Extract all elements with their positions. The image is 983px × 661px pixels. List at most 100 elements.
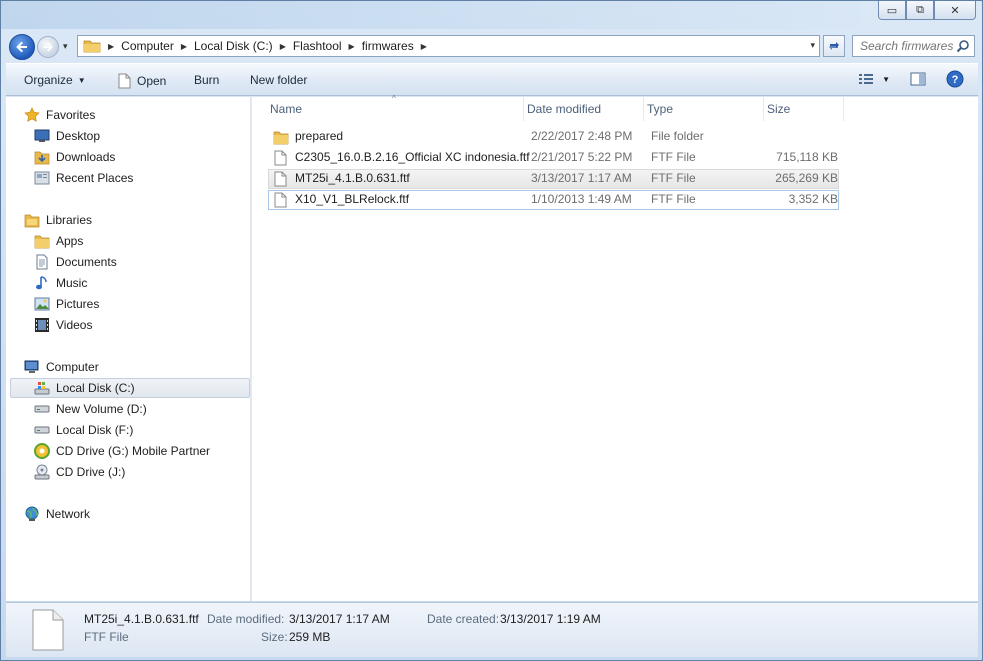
change-view-icon[interactable] [858,72,874,86]
nav-local-disk-c-label: Local Disk (C:) [56,381,135,395]
recent-pages-dropdown[interactable]: ▾ [63,41,68,52]
nav-recent-places[interactable]: Recent Places [34,168,133,188]
folder-icon [83,40,101,53]
nav-apps[interactable]: Apps [34,231,83,251]
svg-text:?: ? [952,74,959,86]
title-bar: ▭ ⧉ ✕ [1,1,982,31]
help-icon[interactable]: ? [946,70,964,88]
maximize-button[interactable]: ⧉ [906,1,934,20]
column-header-name[interactable]: Name ^ [267,94,524,121]
arrow-left-icon [16,41,27,53]
nav-cd-drive-j[interactable]: CD Drive (J:) [34,462,125,482]
file-type: File folder [651,129,704,143]
file-row-prepared[interactable]: prepared 2/22/2017 2:48 PM File folder [268,127,839,147]
pane-splitter[interactable] [251,97,252,601]
cd-drive-icon [34,464,50,480]
open-button[interactable]: Open [118,73,166,89]
folder-icon [34,233,50,249]
file-name: prepared [295,129,344,143]
chevron-right-icon[interactable]: ▶ [421,42,427,51]
nav-favorites[interactable]: Favorites [24,105,95,125]
column-header-date[interactable]: Date modified [524,97,644,121]
search-box[interactable] [852,35,975,57]
nav-downloads-label: Downloads [56,150,116,164]
breadcrumb: ▶ Computer ▶ Local Disk (C:) ▶ Flashtool… [101,36,434,56]
minimize-button[interactable]: ▭ [878,1,906,20]
details-filetype: FTF File [84,630,129,644]
folder-icon [273,131,289,145]
details-created-value: 3/13/2017 1:19 AM [500,612,601,626]
search-icon[interactable] [956,39,970,53]
nav-pictures-label: Pictures [56,297,100,311]
nav-videos[interactable]: Videos [34,315,92,335]
hard-drive-icon [34,401,50,417]
nav-recent-places-label: Recent Places [56,171,134,185]
music-icon [34,275,50,291]
breadcrumb-flashtool[interactable]: Flashtool [293,39,342,53]
preview-pane-icon[interactable] [910,72,926,86]
nav-computer[interactable]: Computer [24,357,99,377]
nav-local-disk-c[interactable]: Local Disk (C:) [10,378,250,398]
nav-computer-label: Computer [46,360,99,374]
file-row-c2305[interactable]: C2305_16.0.B.2.16_Official XC indonesia.… [268,148,839,168]
organize-button[interactable]: Organize ▼ [24,73,86,87]
downloads-folder-icon [34,149,50,165]
chevron-right-icon[interactable]: ▶ [349,42,355,51]
chevron-down-icon: ▼ [77,75,86,85]
breadcrumb-firmwares[interactable]: firmwares [362,39,414,53]
nav-documents[interactable]: Documents [34,252,117,272]
forward-button[interactable] [37,36,59,58]
breadcrumb-local-disk-c[interactable]: Local Disk (C:) [194,39,273,53]
column-name-label: Name [270,102,303,116]
back-button[interactable] [9,34,35,60]
document-icon [118,73,131,89]
nav-music-label: Music [56,276,88,290]
details-filename: MT25i_4.1.B.0.631.ftf [84,612,199,626]
close-button[interactable]: ✕ [934,1,976,20]
chevron-down-icon[interactable]: ▼ [882,75,890,84]
libraries-icon [24,212,40,228]
file-date: 1/10/2013 1:49 AM [531,192,632,206]
column-header-size[interactable]: Size [764,97,844,121]
nav-pictures[interactable]: Pictures [34,294,99,314]
file-icon [274,171,287,187]
file-list: Name ^ Date modified Type Size prepared … [267,94,978,601]
address-bar[interactable]: ▶ Computer ▶ Local Disk (C:) ▶ Flashtool… [77,35,820,57]
nav-network[interactable]: Network [24,504,90,524]
details-size-label: Size: [261,630,288,644]
details-created-label: Date created: [427,612,500,626]
nav-local-disk-f[interactable]: Local Disk (F:) [34,420,133,440]
chevron-right-icon[interactable]: ▶ [181,42,187,51]
navigation-pane: Favorites Desktop Downloads Recent Place… [6,97,251,601]
system-drive-icon [34,380,50,396]
nav-desktop-label: Desktop [56,129,101,143]
file-size: 715,118 KB [776,150,838,164]
nav-desktop[interactable]: Desktop [34,126,100,146]
nav-cd-drive-g-label: CD Drive (G:) Mobile Partner [56,444,211,458]
file-row-x10[interactable]: X10_V1_BLRelock.ftf 1/10/2013 1:49 AM FT… [268,190,839,210]
nav-favorites-label: Favorites [46,108,96,122]
view-controls: ▼ ? [858,70,964,88]
nav-cd-drive-g[interactable]: CD Drive (G:) Mobile Partner [34,441,210,461]
nav-downloads[interactable]: Downloads [34,147,115,167]
desktop-icon [34,128,50,144]
new-folder-button[interactable]: New folder [250,73,307,87]
file-row-mt25i[interactable]: MT25i_4.1.B.0.631.ftf 3/13/2017 1:17 AM … [268,169,839,189]
chevron-right-icon[interactable]: ▶ [280,42,286,51]
breadcrumb-computer[interactable]: Computer [121,39,174,53]
file-icon [274,150,287,166]
column-header-type[interactable]: Type [644,97,764,121]
nav-local-disk-f-label: Local Disk (F:) [56,423,134,437]
address-history-dropdown[interactable]: ▾ [810,40,815,51]
nav-libraries[interactable]: Libraries [24,210,92,230]
column-date-label: Date modified [527,102,602,116]
nav-new-volume-d[interactable]: New Volume (D:) [34,399,147,419]
search-input[interactable] [860,39,960,53]
burn-button[interactable]: Burn [194,73,219,87]
refresh-button[interactable] [823,35,845,57]
sort-ascending-icon: ^ [392,94,396,103]
file-date: 2/21/2017 5:22 PM [531,150,633,164]
nav-music[interactable]: Music [34,273,87,293]
nav-videos-label: Videos [56,318,93,332]
file-icon [274,192,287,208]
